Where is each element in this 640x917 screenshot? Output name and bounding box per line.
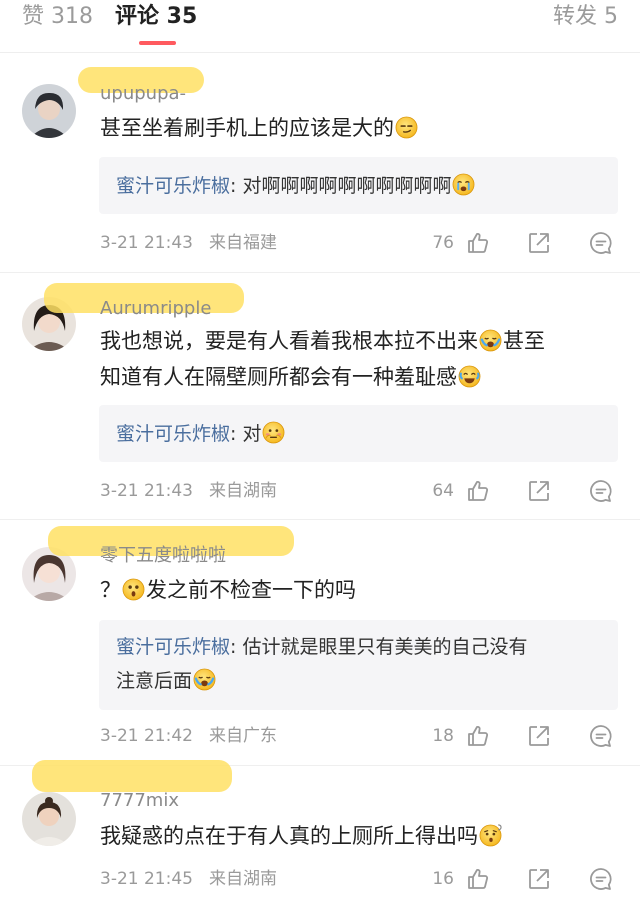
comment-text-line: 知道有人在隔壁厕所都会有一种羞耻感 xyxy=(100,359,620,395)
reply-text: 蜜汁可乐炸椒: 估计就是眼里只有美美的自己没有 注意后面 xyxy=(116,630,606,698)
comment-location: 来自福建 xyxy=(208,233,277,253)
reply-content: : 估计就是眼里只有美美的自己没有 xyxy=(230,636,528,658)
comment-location: 来自广东 xyxy=(208,726,277,746)
shy-face-emoji xyxy=(262,421,285,444)
reply-username[interactable]: 蜜汁可乐炸椒 xyxy=(116,423,230,445)
username[interactable]: Aurumripple xyxy=(100,298,211,320)
reply-text: 蜜汁可乐炸椒: 对啊啊啊啊啊啊啊啊啊啊 xyxy=(116,169,606,203)
username[interactable]: 零下五度啦啦啦 xyxy=(100,545,226,567)
like-count: 64 xyxy=(432,481,454,501)
comment-meta: 3-21 21:45 来自湖南 xyxy=(100,869,277,889)
comment-text: 我也想说，要是有人看着我根本拉不出来 甚至 知道有人在隔壁厕所都会有一种羞耻感 xyxy=(100,323,620,395)
active-tab-indicator xyxy=(139,41,176,45)
comment-item: Aurumripple 我也想说，要是有人看着我根本拉不出来 甚至 知道有人在隔壁… xyxy=(0,273,640,520)
comment-text-content: 发之前不检查一下的吗 xyxy=(146,578,356,602)
comment-icon[interactable] xyxy=(588,723,614,749)
comment-item: 零下五度啦啦啦 ？ 发之前不检查一下的吗 蜜汁可乐炸椒: 估计就是眼里只有美美的自… xyxy=(0,520,640,766)
comment-text-content: 甚至坐着刷手机上的应该是大的 xyxy=(100,116,394,140)
like-count: 18 xyxy=(432,726,454,746)
comment-meta: 3-21 21:43 来自湖南 xyxy=(100,481,277,501)
comment-item: 7777mix 我疑惑的点在于有人真的上厕所上得出吗 3-21 21:45 来自湖… xyxy=(0,760,640,917)
reply-username[interactable]: 蜜汁可乐炸椒 xyxy=(116,175,230,197)
thinking-face-emoji xyxy=(479,824,502,847)
tab-likes[interactable]: 赞 318 xyxy=(22,4,93,30)
comment-text-content: ？ xyxy=(100,578,121,602)
reply-box[interactable]: 蜜汁可乐炸椒: 对啊啊啊啊啊啊啊啊啊啊 xyxy=(99,157,618,214)
reply-username[interactable]: 蜜汁可乐炸椒 xyxy=(116,636,230,658)
comment-text: 我疑惑的点在于有人真的上厕所上得出吗 xyxy=(100,818,620,854)
avatar[interactable] xyxy=(22,792,76,846)
like-icon[interactable] xyxy=(465,723,491,749)
comment-text-line: 我也想说，要是有人看着我根本拉不出来 甚至 xyxy=(100,323,620,359)
comment-tabs: 赞 318 评论 35 转发 5 xyxy=(0,0,640,53)
share-icon[interactable] xyxy=(526,723,552,749)
share-icon[interactable] xyxy=(526,866,552,892)
like-count: 16 xyxy=(432,869,454,889)
like-count: 76 xyxy=(432,233,454,253)
reply-text: 蜜汁可乐炸椒: 对 xyxy=(116,417,606,451)
comment-text-content: 我也想说，要是有人看着我根本拉不出来 xyxy=(100,329,478,353)
comment-time: 3-21 21:42 xyxy=(100,726,193,746)
crying-face-emoji xyxy=(452,173,475,196)
like-icon[interactable] xyxy=(465,230,491,256)
comment-item: upupupa- 甚至坐着刷手机上的应该是大的 蜜汁可乐炸椒: 对啊啊啊啊啊啊啊… xyxy=(0,53,640,273)
share-icon[interactable] xyxy=(526,230,552,256)
comment-icon[interactable] xyxy=(588,478,614,504)
reply-line: 蜜汁可乐炸椒: 估计就是眼里只有美美的自己没有 xyxy=(116,630,606,664)
username[interactable]: 7777mix xyxy=(100,790,179,812)
comment-text: 甚至坐着刷手机上的应该是大的 xyxy=(100,110,620,146)
tab-reposts[interactable]: 转发 5 xyxy=(553,4,618,30)
comment-text-content: 甚至 xyxy=(503,329,545,353)
comment-location: 来自湖南 xyxy=(208,869,277,889)
tears-of-joy-emoji xyxy=(458,365,481,388)
reply-content: : 对 xyxy=(230,423,262,445)
comment-meta: 3-21 21:42 来自广东 xyxy=(100,726,277,746)
comment-meta: 3-21 21:43 来自福建 xyxy=(100,233,277,253)
comment-icon[interactable] xyxy=(588,230,614,256)
username-highlight xyxy=(32,760,232,792)
comment-time: 3-21 21:45 xyxy=(100,869,193,889)
tab-comments[interactable]: 评论 35 xyxy=(115,4,197,30)
loudly-crying-emoji xyxy=(479,329,502,352)
comment-text-content: 我疑惑的点在于有人真的上厕所上得出吗 xyxy=(100,824,478,848)
reply-content: 注意后面 xyxy=(116,670,193,692)
reply-box[interactable]: 蜜汁可乐炸椒: 估计就是眼里只有美美的自己没有 注意后面 xyxy=(99,620,618,710)
avatar[interactable] xyxy=(22,84,76,138)
smirk-face-emoji xyxy=(395,116,418,139)
reply-box[interactable]: 蜜汁可乐炸椒: 对 xyxy=(99,405,618,462)
comment-text: ？ 发之前不检查一下的吗 xyxy=(100,572,620,608)
like-icon[interactable] xyxy=(465,478,491,504)
comment-icon[interactable] xyxy=(588,866,614,892)
share-icon[interactable] xyxy=(526,478,552,504)
shocked-face-emoji xyxy=(122,578,145,601)
comment-text-content: 知道有人在隔壁厕所都会有一种羞耻感 xyxy=(100,365,457,389)
comment-time: 3-21 21:43 xyxy=(100,233,193,253)
reply-line: 注意后面 xyxy=(116,664,606,698)
like-icon[interactable] xyxy=(465,866,491,892)
comment-location: 来自湖南 xyxy=(208,481,277,501)
reply-content: : 对啊啊啊啊啊啊啊啊啊啊 xyxy=(230,175,452,197)
loudly-crying-emoji xyxy=(193,668,216,691)
username[interactable]: upupupa- xyxy=(100,83,186,105)
comment-time: 3-21 21:43 xyxy=(100,481,193,501)
